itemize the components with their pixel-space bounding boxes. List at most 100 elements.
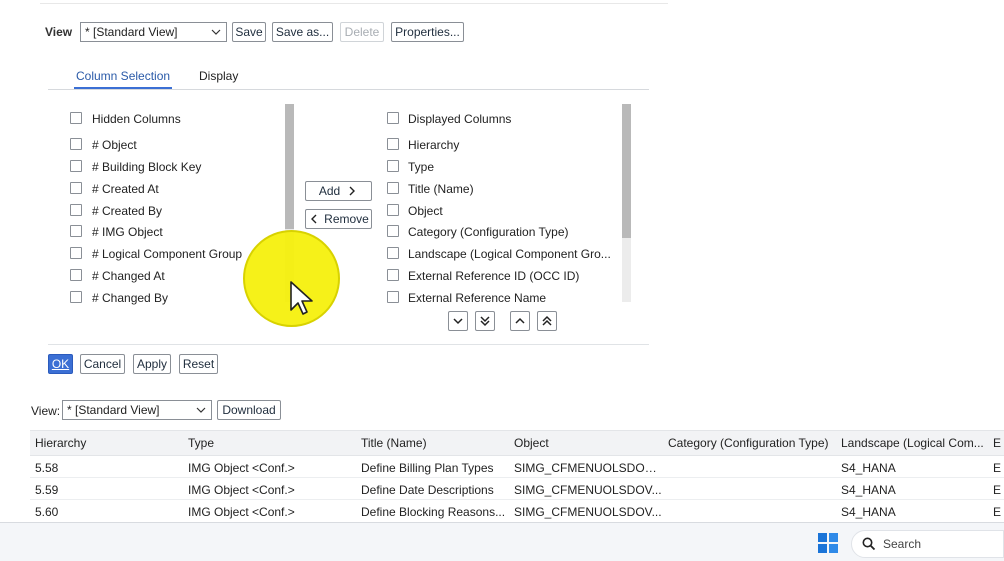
hidden-columns-header: Hidden Columns <box>92 112 181 126</box>
column-header[interactable]: Object <box>514 436 659 450</box>
hidden-column-item[interactable]: # Created At <box>92 182 159 196</box>
chevron-down-icon <box>196 407 206 413</box>
hidden-column-item[interactable]: # Changed By <box>92 291 168 305</box>
displayed-columns-scroll-thumb[interactable] <box>622 104 631 238</box>
double-chevron-down-icon <box>480 316 490 327</box>
column-header[interactable]: Category (Configuration Type) <box>668 436 833 450</box>
displayed-column-checkbox[interactable] <box>387 204 399 216</box>
table-cell[interactable]: Define Blocking Reasons... <box>361 505 509 519</box>
table-cell: 5.60 <box>35 505 59 519</box>
move-to-bottom-button[interactable] <box>475 311 495 331</box>
double-chevron-up-icon <box>542 315 552 326</box>
displayed-column-item[interactable]: Title (Name) <box>408 182 474 196</box>
tab-display[interactable]: Display <box>199 69 238 83</box>
view-select[interactable]: * [Standard View] <box>80 22 227 42</box>
panel-divider <box>48 344 649 345</box>
hidden-columns-scroll-thumb[interactable] <box>285 104 294 229</box>
hidden-column-checkbox[interactable] <box>70 291 82 303</box>
displayed-column-item[interactable]: External Reference ID (OCC ID) <box>408 269 579 283</box>
column-header[interactable]: Hierarchy <box>35 436 175 450</box>
hidden-column-item[interactable]: # Object <box>92 138 137 152</box>
hidden-column-checkbox[interactable] <box>70 138 82 150</box>
tab-column-selection[interactable]: Column Selection <box>76 69 170 83</box>
save-as-button[interactable]: Save as... <box>272 22 333 42</box>
move-down-button[interactable] <box>448 311 468 331</box>
displayed-columns-header: Displayed Columns <box>408 112 512 126</box>
displayed-column-item[interactable]: Landscape (Logical Component Gro... <box>408 247 611 261</box>
move-to-top-button[interactable] <box>537 311 557 331</box>
displayed-column-checkbox[interactable] <box>387 269 399 281</box>
hidden-column-item[interactable]: # Created By <box>92 204 162 218</box>
displayed-column-checkbox[interactable] <box>387 247 399 259</box>
displayed-column-item[interactable]: Category (Configuration Type) <box>408 225 569 239</box>
table-cell: IMG Object <Conf.> <box>188 505 295 519</box>
remove-button[interactable]: Remove <box>305 209 372 229</box>
displayed-column-checkbox[interactable] <box>387 160 399 172</box>
column-header[interactable]: Title (Name) <box>361 436 506 450</box>
table-cell: E <box>993 461 1002 475</box>
table-view-select[interactable]: * [Standard View] <box>62 400 212 420</box>
windows-logo-icon[interactable] <box>818 533 838 553</box>
table-cell: S4_HANA <box>841 483 896 497</box>
column-header[interactable]: Landscape (Logical Com... <box>841 436 989 450</box>
column-header[interactable]: Type <box>188 436 348 450</box>
table-view-select-value: * [Standard View] <box>67 403 160 417</box>
displayed-column-checkbox[interactable] <box>387 182 399 194</box>
hidden-column-checkbox[interactable] <box>70 204 82 216</box>
table-cell: E <box>993 505 1002 519</box>
view-select-value: * [Standard View] <box>85 25 178 39</box>
hidden-column-checkbox[interactable] <box>70 160 82 172</box>
remove-button-label: Remove <box>324 212 369 226</box>
displayed-column-item[interactable]: Hierarchy <box>408 138 459 152</box>
ok-button[interactable]: OK <box>48 354 73 374</box>
taskbar-search-box[interactable]: Search <box>851 530 1004 558</box>
table-cell: E <box>993 483 1002 497</box>
delete-button[interactable]: Delete <box>340 22 384 42</box>
chevron-left-icon <box>311 214 317 224</box>
displayed-column-item[interactable]: Type <box>408 160 434 174</box>
cancel-button[interactable]: Cancel <box>80 354 125 374</box>
table-cell: S4_HANA <box>841 505 896 519</box>
displayed-columns-select-all-checkbox[interactable] <box>387 112 399 124</box>
displayed-column-checkbox[interactable] <box>387 225 399 237</box>
displayed-column-checkbox[interactable] <box>387 291 399 303</box>
add-button[interactable]: Add <box>305 181 372 201</box>
table-view-label: View: <box>31 404 61 418</box>
hidden-columns-select-all-checkbox[interactable] <box>70 112 82 124</box>
add-button-label: Add <box>318 184 341 198</box>
displayed-columns-scrollbar[interactable] <box>622 104 631 302</box>
table-cell: SIMG_CFMENUOLSDOVBI <box>514 461 664 475</box>
save-button[interactable]: Save <box>232 22 266 42</box>
chevron-up-icon <box>515 317 525 324</box>
download-button[interactable]: Download <box>217 400 281 420</box>
hidden-column-checkbox[interactable] <box>70 225 82 237</box>
hidden-column-item[interactable]: # IMG Object <box>92 225 163 239</box>
table-cell[interactable]: Define Billing Plan Types <box>361 461 509 475</box>
view-label: View <box>45 25 73 39</box>
table-cell: 5.59 <box>35 483 59 497</box>
hidden-column-item[interactable]: # Logical Component Group <box>92 247 242 261</box>
hidden-column-item[interactable]: # Changed At <box>92 269 165 283</box>
search-icon <box>862 537 876 551</box>
displayed-column-item[interactable]: Object <box>408 204 443 218</box>
column-header[interactable]: E <box>993 436 1004 450</box>
hidden-column-item[interactable]: # Building Block Key <box>92 160 201 174</box>
table-cell: S4_HANA <box>841 461 896 475</box>
apply-button[interactable]: Apply <box>133 354 171 374</box>
hidden-column-checkbox[interactable] <box>70 182 82 194</box>
reset-button[interactable]: Reset <box>179 354 218 374</box>
taskbar-search-placeholder: Search <box>883 537 922 551</box>
displayed-column-checkbox[interactable] <box>387 138 399 150</box>
move-up-button[interactable] <box>510 311 530 331</box>
table-cell: SIMG_CFMENUOLSDOV... <box>514 483 662 497</box>
tabs-divider <box>48 89 649 90</box>
chevron-down-icon <box>453 318 463 325</box>
hidden-column-checkbox[interactable] <box>70 269 82 281</box>
table-cell: IMG Object <Conf.> <box>188 461 295 475</box>
properties-button[interactable]: Properties... <box>391 22 464 42</box>
displayed-column-item[interactable]: External Reference Name <box>408 291 546 305</box>
table-cell[interactable]: Define Date Descriptions <box>361 483 509 497</box>
table-cell: IMG Object <Conf.> <box>188 483 295 497</box>
hidden-column-checkbox[interactable] <box>70 247 82 259</box>
table-cell: SIMG_CFMENUOLSDOV... <box>514 505 662 519</box>
